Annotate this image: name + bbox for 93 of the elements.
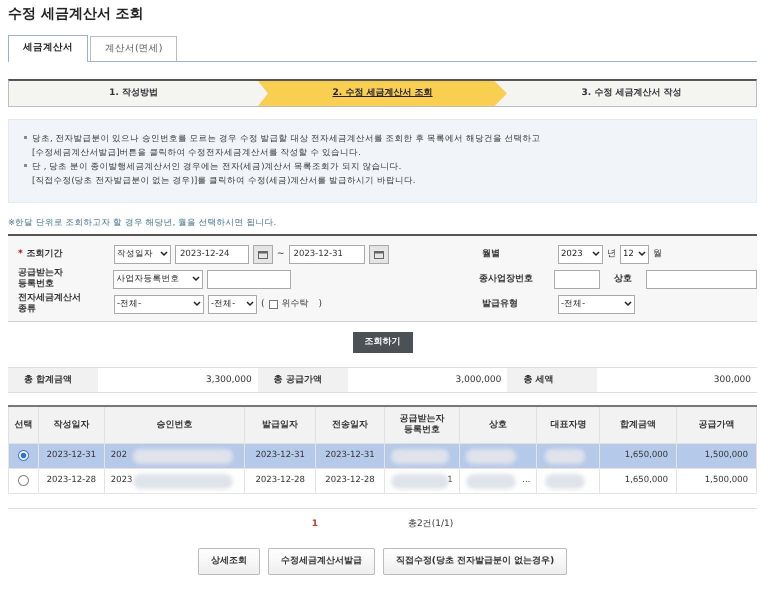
- table-cell: 2023-12-31: [325, 450, 375, 460]
- column-header: 전송일자: [316, 406, 384, 444]
- field-label: 공급받는자 등록번호: [18, 268, 64, 290]
- page-link[interactable]: 1: [312, 518, 318, 531]
- summary-label: 총 공급가액: [258, 368, 348, 392]
- paren-text: (: [261, 298, 265, 310]
- select-field[interactable]: 2023: [558, 244, 603, 264]
- select-field[interactable]: -전체-: [558, 294, 635, 314]
- action-button[interactable]: 수정세금계산서발급: [268, 548, 375, 576]
- summary-value: 3,000,000: [454, 374, 502, 386]
- redaction-blur: [466, 474, 516, 489]
- column-header: 발급일자: [244, 406, 316, 444]
- notice-text: 단 , 당초 분이 종이발행세금계산서인 경우에는 전자(세금)계산서 목록조회가 되지 않습니다.: [32, 161, 402, 174]
- table-cell: 2023-12-28: [46, 475, 96, 486]
- caret-icon: [624, 301, 632, 308]
- input-field[interactable]: [207, 270, 292, 289]
- notice-text: [수정세금계산서발급]버튼을 클릭하여 수정전자세금계산서를 작성할 수 있습니다.: [32, 147, 361, 160]
- calendar-button[interactable]: [368, 244, 389, 264]
- caret-icon: [592, 251, 600, 258]
- column-header: 공급받는자 등록번호: [384, 406, 460, 444]
- calendar-button[interactable]: [253, 244, 273, 264]
- column-header: 합계금액: [600, 406, 677, 444]
- table-cell: 1: [447, 475, 453, 486]
- caret-icon: [246, 301, 254, 308]
- tab[interactable]: 계산서(면세): [90, 36, 178, 61]
- radio-button[interactable]: [18, 450, 29, 461]
- table-cell: 1,500,000: [704, 450, 748, 460]
- summary-value: 300,000: [712, 374, 752, 386]
- calendar-icon: [258, 250, 268, 259]
- redaction-blur: [466, 448, 516, 464]
- input-field[interactable]: [646, 270, 757, 289]
- search-button[interactable]: 조회하기: [352, 332, 412, 354]
- summary-label: 총 세액: [507, 368, 598, 392]
- action-button[interactable]: 직접수정(당초 전자발급분이 없는경우): [382, 548, 568, 576]
- page-title: 수정 세금계산서 조회: [8, 5, 145, 24]
- field-label: 조회기간: [26, 248, 63, 259]
- table-cell: 2023: [110, 475, 132, 486]
- table-cell: ...: [522, 475, 530, 486]
- table-cell: 2023-12-31: [46, 450, 96, 460]
- table-cell: 2023-12-31: [255, 450, 305, 460]
- field-label: 월별: [482, 248, 501, 260]
- radio-button[interactable]: [18, 474, 29, 486]
- required-mark: *: [18, 248, 23, 259]
- checkbox[interactable]: [268, 300, 278, 309]
- select-field[interactable]: -전체-: [114, 294, 204, 314]
- table-cell: 1,500,000: [704, 475, 748, 486]
- separator-text: ~: [277, 248, 285, 260]
- calendar-icon: [374, 250, 384, 259]
- column-header: 승인번호: [104, 406, 245, 444]
- table-cell: 202: [110, 450, 127, 460]
- summary-value: 3,300,000: [204, 374, 253, 386]
- summary-label: 총 합계금액: [8, 368, 98, 392]
- redaction-blur: [390, 448, 449, 464]
- redaction-blur: [390, 474, 449, 489]
- notice-text: [직접수정(당초 전자발급분이 없는 경우)]를 클릭하여 수정(세금)계산서를 발급하시기 바랍니다.: [32, 175, 416, 188]
- select-field[interactable]: 작성일자: [114, 244, 171, 264]
- input-field[interactable]: 2023-12-24: [175, 244, 249, 264]
- step[interactable]: 2. 수정 세금계산서 조회: [258, 81, 507, 106]
- caret-icon: [193, 301, 201, 308]
- caret-icon: [160, 251, 168, 258]
- unit-text: 월: [653, 248, 662, 260]
- column-header: 선택: [8, 406, 38, 444]
- step[interactable]: 3. 수정 세금계산서 작성: [507, 81, 756, 106]
- table-cell: 2023-12-28: [325, 475, 375, 486]
- input-field[interactable]: 2023-12-31: [288, 244, 365, 264]
- paren-text: ): [318, 298, 322, 310]
- redaction-blur: [545, 448, 586, 464]
- step[interactable]: 1. 작성방법: [9, 81, 258, 106]
- column-header: 공급가액: [676, 406, 756, 444]
- select-field[interactable]: -전체-: [208, 294, 257, 314]
- caret-icon: [638, 251, 646, 258]
- tab[interactable]: 세금계산서: [8, 35, 88, 62]
- column-header: 대표자명: [536, 406, 600, 444]
- table-cell: 1,650,000: [624, 450, 668, 460]
- field-label: 발급유형: [482, 298, 519, 310]
- column-header: 상호: [459, 406, 537, 444]
- hint-text: ※한달 단위로 조회하고자 할 경우 해당년, 월을 선택하시면 됩니다.: [8, 217, 278, 230]
- field-label: 종사업장번호: [478, 272, 534, 286]
- table-cell: 2023-12-28: [255, 475, 305, 486]
- table-cell: 1,650,000: [624, 475, 668, 486]
- select-field[interactable]: 12: [620, 244, 649, 264]
- total-count: 총2건(1/1): [408, 518, 454, 530]
- field-label: 상호: [612, 272, 633, 286]
- caret-icon: [192, 276, 200, 282]
- redaction-blur: [545, 474, 586, 489]
- action-button[interactable]: 상세조회: [198, 548, 260, 576]
- field-label: 전자세금계산서 종류: [18, 293, 82, 316]
- notice-text: 당초, 전자발급분이 있으나 승인번호를 모르는 경우 수정 발급할 대상 전자세금계산서를 조회한 후 목록에서 해당건을 선택하고: [32, 133, 541, 146]
- checkbox-label: 위수탁: [282, 298, 309, 310]
- column-header: 작성일자: [38, 406, 104, 444]
- input-field[interactable]: [554, 270, 600, 289]
- select-field[interactable]: 사업자등록번호: [113, 270, 204, 289]
- unit-text: 년: [607, 248, 616, 260]
